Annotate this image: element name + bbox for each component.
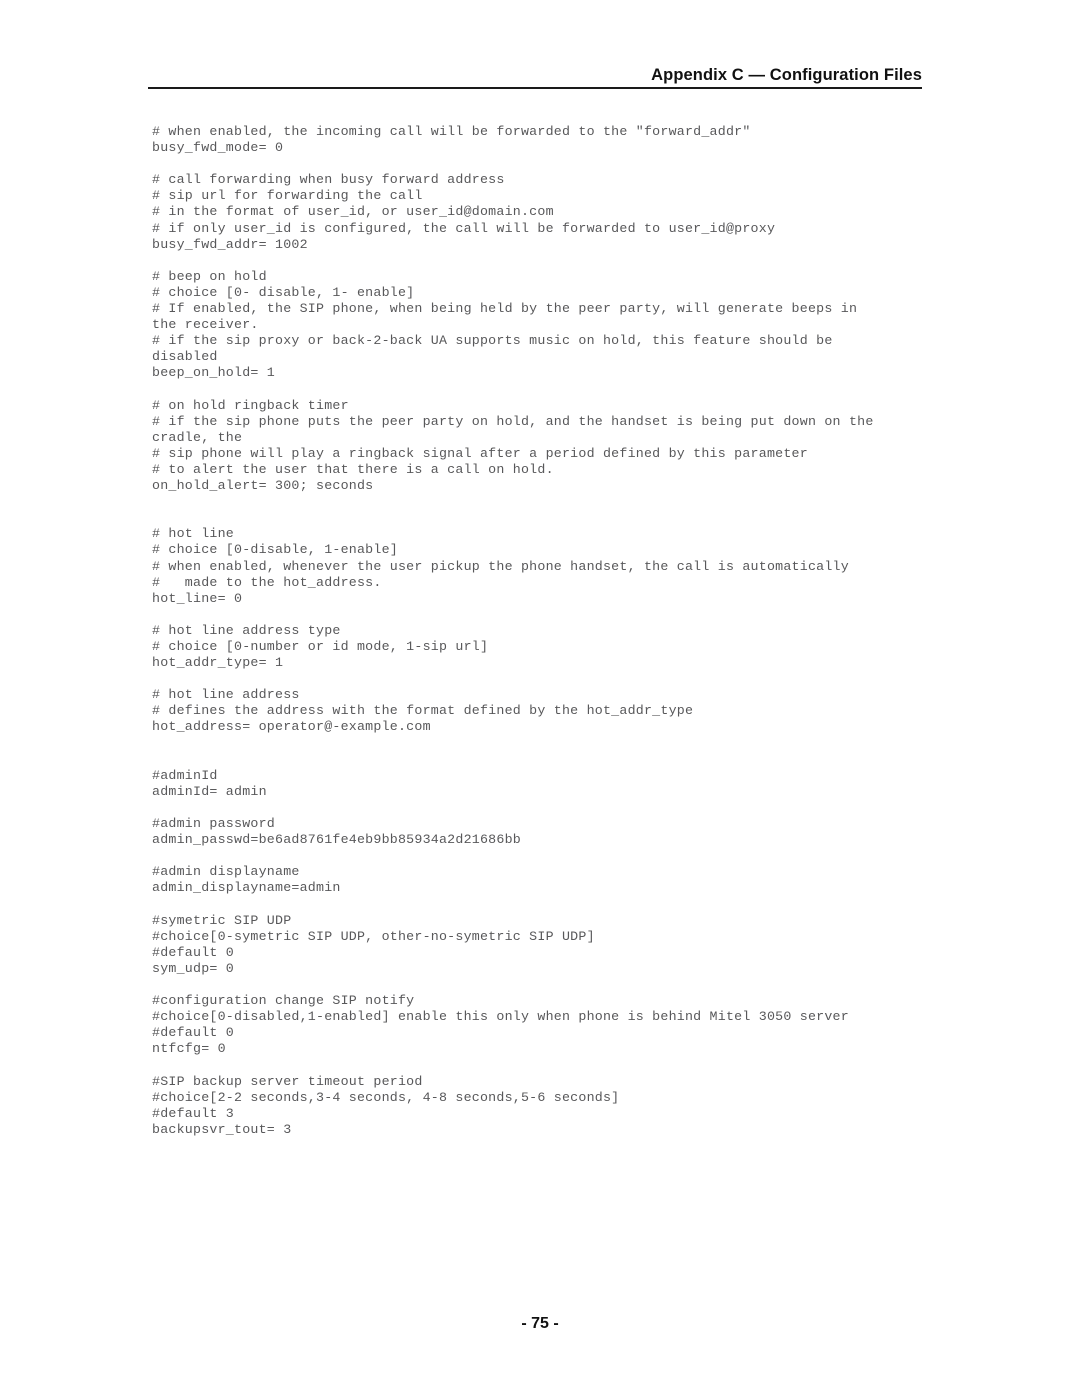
code-line: on_hold_alert= 300; seconds xyxy=(152,478,374,494)
document-page: Appendix C — Configuration Files # when … xyxy=(0,0,1080,1397)
code-line: # sip url for forwarding the call xyxy=(152,188,423,204)
code-line: # defines the address with the format de… xyxy=(152,703,694,719)
code-line: # beep on hold xyxy=(152,268,267,284)
code-line: # hot line xyxy=(152,526,234,542)
code-line: #symetric SIP UDP xyxy=(152,912,292,928)
code-line: #choice[2-2 seconds,3-4 seconds, 4-8 sec… xyxy=(152,1089,620,1105)
configuration-file-listing: # when enabled, the incoming call will b… xyxy=(152,124,1032,1138)
code-line: admin_displayname=admin xyxy=(152,880,341,896)
code-line: # choice [0-number or id mode, 1-sip url… xyxy=(152,639,489,654)
page-footer: - 75 - xyxy=(0,1315,1080,1333)
code-line: disabled xyxy=(152,349,218,365)
page-number: - 75 - xyxy=(521,1315,559,1332)
code-line: #default 3 xyxy=(152,1105,234,1121)
code-line: beep_on_hold= 1 xyxy=(152,365,275,381)
code-line: #default 0 xyxy=(152,944,234,960)
page-header: Appendix C — Configuration Files xyxy=(148,66,922,89)
code-line: # call forwarding when busy forward addr… xyxy=(152,172,505,188)
code-line: cradle, the xyxy=(152,429,243,445)
code-line: admin_passwd=be6ad8761fe4eb9bb85934a2d21… xyxy=(152,832,521,848)
code-line: # if the sip proxy or back-2-back UA sup… xyxy=(152,333,833,349)
code-line: # if the sip phone puts the peer party o… xyxy=(152,413,874,429)
code-line: # on hold ringback timer xyxy=(152,397,349,413)
code-line: hot_addr_type= 1 xyxy=(152,655,284,671)
code-line: adminId= admin xyxy=(152,783,267,799)
code-line: #admin displayname xyxy=(152,864,300,880)
code-line: # sip phone will play a ringback signal … xyxy=(152,445,808,461)
code-line: busy_fwd_addr= 1002 xyxy=(152,236,308,252)
code-line: hot_address= operator@-example.com xyxy=(152,719,431,735)
code-line: #choice[0-disabled,1-enabled] enable thi… xyxy=(152,1009,849,1025)
code-line: # choice [0-disable, 1-enable] xyxy=(152,542,398,558)
code-line: #SIP backup server timeout period xyxy=(152,1073,423,1089)
code-line: sym_udp= 0 xyxy=(152,960,234,976)
code-line: #default 0 xyxy=(152,1025,234,1041)
code-line: #configuration change SIP notify xyxy=(152,993,415,1009)
code-line: # hot line address type xyxy=(152,622,341,638)
page-header-title: Appendix C — Configuration Files xyxy=(651,66,922,84)
code-line: # made to the hot_address. xyxy=(152,574,382,590)
code-line: # in the format of user_id, or user_id@d… xyxy=(152,204,554,220)
code-line: the receiver. xyxy=(152,317,259,333)
code-line: #choice[0-symetric SIP UDP, other-no-sym… xyxy=(152,928,595,944)
code-line: # when enabled, the incoming call will b… xyxy=(152,124,751,139)
code-line: # if only user_id is configured, the cal… xyxy=(152,220,776,236)
code-line: # choice [0- disable, 1- enable] xyxy=(152,284,415,300)
code-line: backupsvr_tout= 3 xyxy=(152,1121,292,1137)
code-line: busy_fwd_mode= 0 xyxy=(152,140,284,156)
code-line: #admin password xyxy=(152,816,275,832)
code-line: # hot line address xyxy=(152,687,300,703)
code-line: hot_line= 0 xyxy=(152,590,243,606)
code-line: # when enabled, whenever the user pickup… xyxy=(152,558,849,574)
code-line: # If enabled, the SIP phone, when being … xyxy=(152,301,858,317)
code-line: ntfcfg= 0 xyxy=(152,1041,226,1057)
code-line: # to alert the user that there is a call… xyxy=(152,461,554,477)
code-line: #adminId xyxy=(152,767,218,783)
